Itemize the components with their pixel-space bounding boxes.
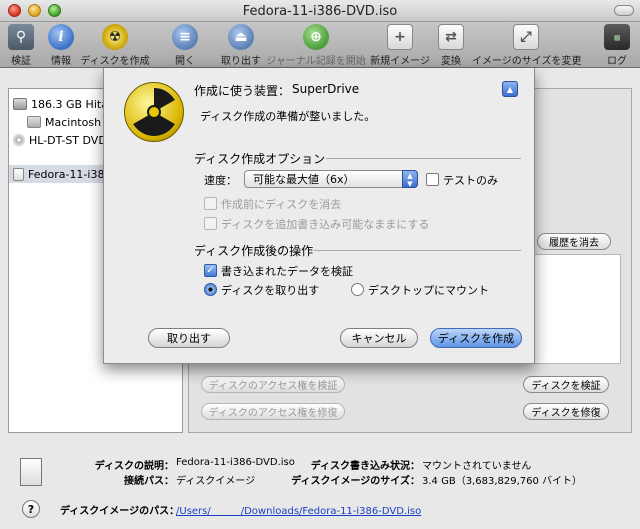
- speed-select[interactable]: 可能な最大値（6x） ▲ ▼: [244, 170, 418, 188]
- toolbar-open-button[interactable]: ≡ 開く: [168, 24, 202, 67]
- journal-icon: ⊕: [303, 24, 329, 50]
- section-divider: [314, 250, 521, 251]
- toolbar-journal-button[interactable]: ⊕ ジャーナル記録を開始: [266, 24, 366, 67]
- disk-description-value: Fedora-11-i386-DVD.iso: [176, 457, 295, 468]
- burn-button[interactable]: ディスクを作成: [430, 328, 522, 348]
- burn-device-label: 作成に使う装置：: [194, 84, 291, 98]
- new-image-icon: +: [387, 24, 413, 50]
- mount-desktop-radio[interactable]: [351, 283, 364, 296]
- eject-icon: ⏏: [228, 24, 254, 50]
- collapse-disclosure-button[interactable]: ▲: [502, 81, 518, 97]
- optical-drive-icon: [13, 134, 25, 146]
- window-title: Fedora-11-i386-DVD.iso: [242, 4, 398, 19]
- verify-written-label: 書き込まれたデータを検証: [221, 265, 353, 278]
- burn-disc-sheet: 作成に使う装置： SuperDrive ▲ ディスク作成の準備が整いました。 デ…: [103, 68, 535, 364]
- toolbar-verify-button[interactable]: ⚲ 検証: [4, 24, 38, 67]
- repair-permissions-button[interactable]: ディスクのアクセス権を修復: [201, 403, 345, 420]
- disk-description-label: ディスクの説明：: [94, 461, 174, 472]
- info-icon: i: [48, 24, 74, 50]
- eject-button[interactable]: 取り出す: [148, 328, 230, 348]
- volume-icon: [27, 116, 41, 128]
- verify-permissions-button[interactable]: ディスクのアクセス権を検証: [201, 376, 345, 393]
- toolbar-eject-button[interactable]: ⏏ 取り出す: [218, 24, 264, 67]
- repair-disk-button[interactable]: ディスクを修復: [523, 403, 609, 420]
- verify-disk-button[interactable]: ディスクを検証: [523, 376, 609, 393]
- log-icon: ▤: [604, 24, 630, 50]
- open-icon: ≡: [172, 24, 198, 50]
- resize-image-icon: ⤢: [513, 24, 539, 50]
- title-bar: Fedora-11-i386-DVD.iso: [0, 0, 640, 22]
- write-status-value: マウントされていません: [422, 461, 532, 472]
- help-button[interactable]: ?: [22, 500, 40, 518]
- burn-options-heading: ディスク作成オプション: [194, 152, 326, 166]
- connection-path-value: ディスクイメージ: [176, 476, 256, 487]
- after-burn-heading: ディスク作成後の操作: [194, 244, 314, 258]
- burn-icon: [124, 82, 184, 142]
- keep-appendable-label: ディスクを追加書き込み可能なままにする: [221, 218, 430, 231]
- toolbar-burn-button[interactable]: ☢ ディスクを作成: [78, 24, 152, 67]
- toolbar-info-button[interactable]: i 情報: [44, 24, 78, 67]
- hard-disk-icon: [13, 98, 27, 110]
- burn-status-text: ディスク作成の準備が整いました。: [200, 110, 376, 123]
- document-icon: [20, 458, 42, 486]
- toolbar-new-image-button[interactable]: + 新規イメージ: [370, 24, 430, 67]
- cancel-button[interactable]: キャンセル: [340, 328, 418, 348]
- test-only-label: テストのみ: [443, 174, 498, 187]
- disk-info-panel: ディスクの説明： Fedora-11-i386-DVD.iso 接続パス： ディ…: [0, 440, 640, 529]
- image-size-value: 3.4 GB（3,683,829,760 バイト）: [422, 476, 583, 487]
- toolbar-log-button[interactable]: ▤ ログ: [600, 24, 634, 67]
- erase-before-label: 作成前にディスクを消去: [221, 198, 342, 211]
- updown-arrows-icon: ▲ ▼: [402, 170, 418, 188]
- toolbar-convert-button[interactable]: ⇄ 変換: [434, 24, 468, 67]
- eject-disk-radio[interactable]: [204, 283, 217, 296]
- toolbar-resize-image-button[interactable]: ⤢ イメージのサイズを変更: [472, 24, 582, 67]
- toolbar: ⚲ 検証 i 情報 ☢ ディスクを作成 ≡ 開く ⏏ 取り出す ⊕ ジャーナル記…: [0, 22, 640, 68]
- burn-icon: ☢: [102, 24, 128, 50]
- write-status-label: ディスク書き込み状況：: [310, 461, 420, 472]
- convert-icon: ⇄: [438, 24, 464, 50]
- disk-image-icon: [13, 167, 24, 181]
- test-only-checkbox[interactable]: [426, 173, 439, 186]
- toolbar-toggle-button[interactable]: [614, 5, 634, 16]
- image-path-link[interactable]: /Users/ /Downloads/Fedora-11-i386-DVD.is…: [176, 502, 421, 517]
- verify-written-checkbox[interactable]: ✓: [204, 264, 217, 277]
- image-path-label: ディスクイメージのパス：: [60, 506, 180, 517]
- mount-desktop-label: デスクトップにマウント: [368, 284, 489, 297]
- image-size-label: ディスクイメージのサイズ：: [291, 476, 420, 487]
- eject-disk-label: ディスクを取り出す: [221, 284, 320, 297]
- keep-appendable-checkbox[interactable]: [204, 217, 217, 230]
- burn-device-value: SuperDrive: [292, 82, 360, 96]
- erase-before-checkbox[interactable]: [204, 197, 217, 210]
- connection-path-label: 接続パス：: [124, 476, 174, 487]
- speed-label: 速度：: [204, 174, 237, 187]
- section-divider: [326, 158, 521, 159]
- clear-history-button[interactable]: 履歴を消去: [537, 233, 611, 250]
- microscope-icon: ⚲: [8, 24, 34, 50]
